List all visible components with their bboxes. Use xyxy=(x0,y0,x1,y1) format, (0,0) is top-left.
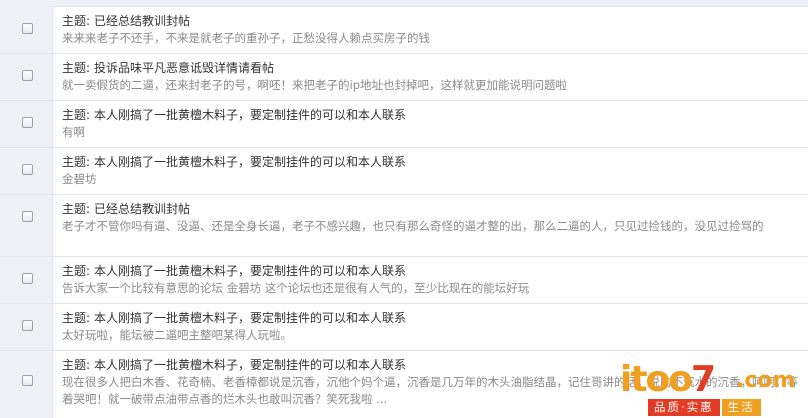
row-checkbox[interactable] xyxy=(22,23,33,34)
post-title-link[interactable]: 投诉品味平凡恶意诋毁详情请看帖 xyxy=(94,61,274,75)
row-checkbox[interactable] xyxy=(22,164,33,175)
post-list: 主题: 已经总结教训封帖 来来来老子不还手，不来是就老子的重孙子，正愁没得人赖点买… xyxy=(0,7,808,411)
post-title-link[interactable]: 本人刚搞了一批黄檀木料子，要定制挂件的可以和本人联系 xyxy=(94,264,406,278)
post-content: 主题: 本人刚搞了一批黄檀木料子，要定制挂件的可以和本人联系 有啊 xyxy=(62,107,800,141)
post-body: 金碧坊 xyxy=(62,172,97,186)
post-subject: 主题: 本人刚搞了一批黄檀木料子，要定制挂件的可以和本人联系 xyxy=(62,107,800,123)
subject-prefix: 主题: xyxy=(62,108,91,122)
row-checkbox[interactable] xyxy=(22,211,33,222)
post-row: 主题: 本人刚搞了一批黄檀木料子，要定制挂件的可以和本人联系 太好玩啦，能坛被二逼… xyxy=(0,304,808,351)
post-row: 主题: 本人刚搞了一批黄檀木料子，要定制挂件的可以和本人联系 金碧坊 xyxy=(0,148,808,195)
post-subject: 主题: 已经总结教训封帖 xyxy=(62,201,800,217)
subject-prefix: 主题: xyxy=(62,155,91,169)
post-title-link[interactable]: 本人刚搞了一批黄檀木料子，要定制挂件的可以和本人联系 xyxy=(94,108,406,122)
post-row: 主题: 本人刚搞了一批黄檀木料子，要定制挂件的可以和本人联系 有啊 xyxy=(0,101,808,148)
post-content: 主题: 已经总结教训封帖 来来来老子不还手，不来是就老子的重孙子，正愁没得人赖点买… xyxy=(62,13,800,47)
row-checkbox[interactable] xyxy=(22,320,33,331)
post-title-link[interactable]: 已经总结教训封帖 xyxy=(94,202,190,216)
post-body: 就一卖假货的二逼，还来封老子的号，啊呸！来把老子的ip地址也封掉吧，这样就更加能… xyxy=(62,78,567,92)
post-content: 主题: 本人刚搞了一批黄檀木料子，要定制挂件的可以和本人联系 告诉大家一个比较有意… xyxy=(62,263,800,297)
subject-prefix: 主题: xyxy=(62,14,91,28)
post-row: 主题: 已经总结教训封帖 来来来老子不还手，不来是就老子的重孙子，正愁没得人赖点买… xyxy=(0,7,808,54)
post-subject: 主题: 本人刚搞了一批黄檀木料子，要定制挂件的可以和本人联系 xyxy=(62,357,800,373)
post-body: 来来来老子不还手，不来是就老子的重孙子，正愁没得人赖点买房子的钱 xyxy=(62,31,430,45)
post-subject: 主题: 本人刚搞了一批黄檀木料子，要定制挂件的可以和本人联系 xyxy=(62,263,800,279)
row-checkbox[interactable] xyxy=(22,117,33,128)
subject-prefix: 主题: xyxy=(62,61,91,75)
post-body: 现在很多人把白木香、花奇楠、老香樟都说是沉香，沉他个妈个逼，沉香是几万年的木头油… xyxy=(62,375,798,406)
row-checkbox[interactable] xyxy=(22,70,33,81)
post-body: 告诉大家一个比较有意思的论坛 金碧坊 这个论坛也还是很有人气的，至少比现在的能坛… xyxy=(62,281,530,295)
subject-prefix: 主题: xyxy=(62,264,91,278)
row-checkbox[interactable] xyxy=(22,273,33,284)
post-title-link[interactable]: 本人刚搞了一批黄檀木料子，要定制挂件的可以和本人联系 xyxy=(94,311,406,325)
post-row: 主题: 已经总结教训封帖 老子才不管你吗有逼、没逼、还是全身长逼，老子不感兴趣，也… xyxy=(0,195,808,257)
post-row: 主题: 本人刚搞了一批黄檀木料子，要定制挂件的可以和本人联系 告诉大家一个比较有意… xyxy=(0,257,808,304)
post-row: 主题: 投诉品味平凡恶意诋毁详情请看帖 就一卖假货的二逼，还来封老子的号，啊呸！来… xyxy=(0,54,808,101)
post-subject: 主题: 本人刚搞了一批黄檀木料子，要定制挂件的可以和本人联系 xyxy=(62,154,800,170)
post-title-link[interactable]: 已经总结教训封帖 xyxy=(94,14,190,28)
post-content: 主题: 已经总结教训封帖 老子才不管你吗有逼、没逼、还是全身长逼，老子不感兴趣，也… xyxy=(62,201,800,235)
post-body: 老子才不管你吗有逼、没逼、还是全身长逼，老子不感兴趣，也只有那么奇怪的逼才整的出… xyxy=(62,219,764,233)
post-row: 主题: 本人刚搞了一批黄檀木料子，要定制挂件的可以和本人联系 现在很多人把白木香、… xyxy=(0,351,808,411)
row-checkbox[interactable] xyxy=(22,375,33,386)
post-body: 有啊 xyxy=(62,125,85,139)
post-subject: 主题: 本人刚搞了一批黄檀木料子，要定制挂件的可以和本人联系 xyxy=(62,310,800,326)
post-title-link[interactable]: 本人刚搞了一批黄檀木料子，要定制挂件的可以和本人联系 xyxy=(94,358,406,372)
post-subject: 主题: 已经总结教训封帖 xyxy=(62,13,800,29)
post-content: 主题: 本人刚搞了一批黄檀木料子，要定制挂件的可以和本人联系 现在很多人把白木香、… xyxy=(62,357,800,408)
subject-prefix: 主题: xyxy=(62,311,91,325)
post-title-link[interactable]: 本人刚搞了一批黄檀木料子，要定制挂件的可以和本人联系 xyxy=(94,155,406,169)
post-content: 主题: 投诉品味平凡恶意诋毁详情请看帖 就一卖假货的二逼，还来封老子的号，啊呸！来… xyxy=(62,60,800,94)
post-content: 主题: 本人刚搞了一批黄檀木料子，要定制挂件的可以和本人联系 太好玩啦，能坛被二逼… xyxy=(62,310,800,344)
post-content: 主题: 本人刚搞了一批黄檀木料子，要定制挂件的可以和本人联系 金碧坊 xyxy=(62,154,800,188)
top-bar xyxy=(52,0,808,7)
post-subject: 主题: 投诉品味平凡恶意诋毁详情请看帖 xyxy=(62,60,800,76)
subject-prefix: 主题: xyxy=(62,358,91,372)
post-body: 太好玩啦，能坛被二逼吧主整吧某得人玩啦。 xyxy=(62,328,292,342)
subject-prefix: 主题: xyxy=(62,202,91,216)
